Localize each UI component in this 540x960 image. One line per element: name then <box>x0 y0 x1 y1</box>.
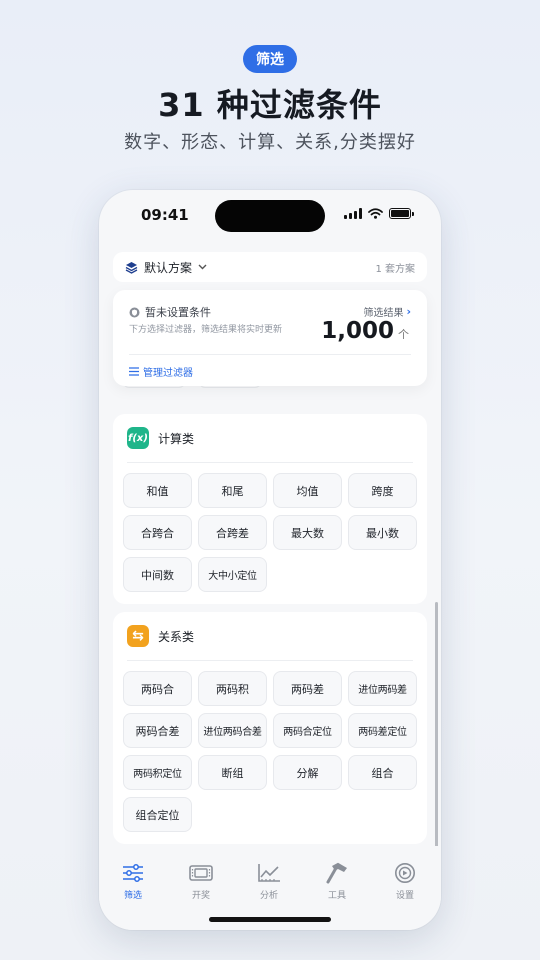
result-value: 1,000 个 <box>321 318 409 344</box>
filter-chip[interactable]: 和尾 <box>198 473 267 508</box>
sliders-icon <box>123 864 143 882</box>
filter-chip[interactable]: 最大数 <box>273 515 342 550</box>
filter-chip[interactable]: 中间数 <box>123 557 192 592</box>
function-icon: f(x) <box>127 427 149 449</box>
filter-chip[interactable]: 跨度 <box>348 473 417 508</box>
filter-chip[interactable]: 两码差定位 <box>348 713 417 748</box>
section-relation-title: 关系类 <box>158 629 195 644</box>
manage-filters-button[interactable]: 管理过滤器 <box>129 364 193 379</box>
ticket-icon <box>189 865 213 881</box>
tab-analysis-label: 分析 <box>259 891 278 901</box>
section-relation-header: ⇆ 关系类 <box>123 612 417 660</box>
filter-chip[interactable]: 进位两码差 <box>348 671 417 706</box>
filter-chip[interactable]: 组合 <box>348 755 417 790</box>
section-calc-title: 计算类 <box>158 431 195 446</box>
tab-draw[interactable]: 开奖 <box>171 862 231 901</box>
filter-chip[interactable]: 两码积 <box>198 671 267 706</box>
tab-filter[interactable]: 筛选 <box>103 862 163 901</box>
wifi-icon <box>368 208 383 219</box>
swap-icon: ⇆ <box>127 625 149 647</box>
filter-chip[interactable]: 两码差 <box>273 671 342 706</box>
result-unit: 个 <box>398 328 409 341</box>
signal-icon <box>344 208 362 219</box>
shield-icon <box>129 307 140 317</box>
conditions-hint: 下方选择过滤器，筛选结果将实时更新 <box>129 325 283 335</box>
conditions-title: 暂未设置条件 <box>145 306 211 319</box>
scrollbar[interactable] <box>435 602 438 857</box>
battery-icon <box>389 208 414 219</box>
tab-settings-label: 设置 <box>395 891 414 901</box>
filter-chip[interactable]: 最小数 <box>348 515 417 550</box>
filter-chip[interactable]: 两码合定位 <box>273 713 342 748</box>
scheme-name: 默认方案 <box>144 260 193 275</box>
tab-settings[interactable]: 设置 <box>375 862 435 901</box>
hero-badge: 筛选 <box>243 45 297 73</box>
filter-chip[interactable]: 分解 <box>273 755 342 790</box>
filter-chip[interactable]: 断组 <box>198 755 267 790</box>
phone-frame: 09:41 默认方案 1 套方案 暂未设置条件 下方选择过滤器，筛选结果将实时更… <box>99 190 441 930</box>
filter-chip[interactable]: 合跨差 <box>198 515 267 550</box>
chevron-down-icon <box>198 262 207 273</box>
gear-icon <box>395 863 415 883</box>
filter-chip[interactable]: 进位两码合差 <box>198 713 267 748</box>
filter-chip[interactable]: 均值 <box>273 473 342 508</box>
scheme-count: 1 套方案 <box>375 263 415 275</box>
hero-subtitle: 数字、形态、计算、关系,分类摆好 <box>124 132 416 153</box>
result-count: 1,000 <box>321 318 394 344</box>
conditions-card: 暂未设置条件 下方选择过滤器，筛选结果将实时更新 筛选结果 › 1,000 个 … <box>113 290 427 386</box>
manage-filters-label: 管理过滤器 <box>143 368 193 379</box>
filter-chip[interactable]: 大中小定位 <box>198 557 267 592</box>
filter-chip[interactable]: 组合定位 <box>123 797 192 832</box>
tab-tools-label: 工具 <box>327 891 346 901</box>
status-icons <box>344 208 414 219</box>
filter-chip[interactable]: 两码合差 <box>123 713 192 748</box>
result-link[interactable]: 筛选结果 › <box>363 304 411 319</box>
home-indicator <box>209 917 331 922</box>
filter-chip[interactable]: 两码合 <box>123 671 192 706</box>
dynamic-island <box>215 200 325 232</box>
filter-chip[interactable]: 合跨合 <box>123 515 192 550</box>
tab-filter-label: 筛选 <box>123 891 142 901</box>
tab-tools[interactable]: 工具 <box>307 862 367 901</box>
scheme-selector[interactable]: 默认方案 1 套方案 <box>113 252 427 282</box>
chevron-right-icon: › <box>406 305 411 318</box>
tab-draw-label: 开奖 <box>191 891 210 901</box>
filter-chip[interactable]: 两码积定位 <box>123 755 192 790</box>
hero-title: 31 种过滤条件 <box>158 86 382 124</box>
list-icon <box>129 367 139 376</box>
filter-chip[interactable]: 和值 <box>123 473 192 508</box>
hammer-icon <box>326 862 347 884</box>
chart-icon <box>258 864 280 882</box>
result-label: 筛选结果 <box>363 308 404 319</box>
section-calc: f(x) 计算类 和值 和尾 均值 跨度合跨合 合跨差 最大数 最小数中间数 大中小定位 <box>113 414 427 604</box>
layers-icon <box>125 261 138 274</box>
section-calc-header: f(x) 计算类 <box>123 414 417 462</box>
divider <box>129 354 411 355</box>
tab-analysis[interactable]: 分析 <box>239 862 299 901</box>
status-time: 09:41 <box>141 206 189 224</box>
section-relation: ⇆ 关系类 两码合 两码积 两码差 进位两码差两码合差 进位两码合差 两码合定位 两码差定位… <box>113 612 427 844</box>
